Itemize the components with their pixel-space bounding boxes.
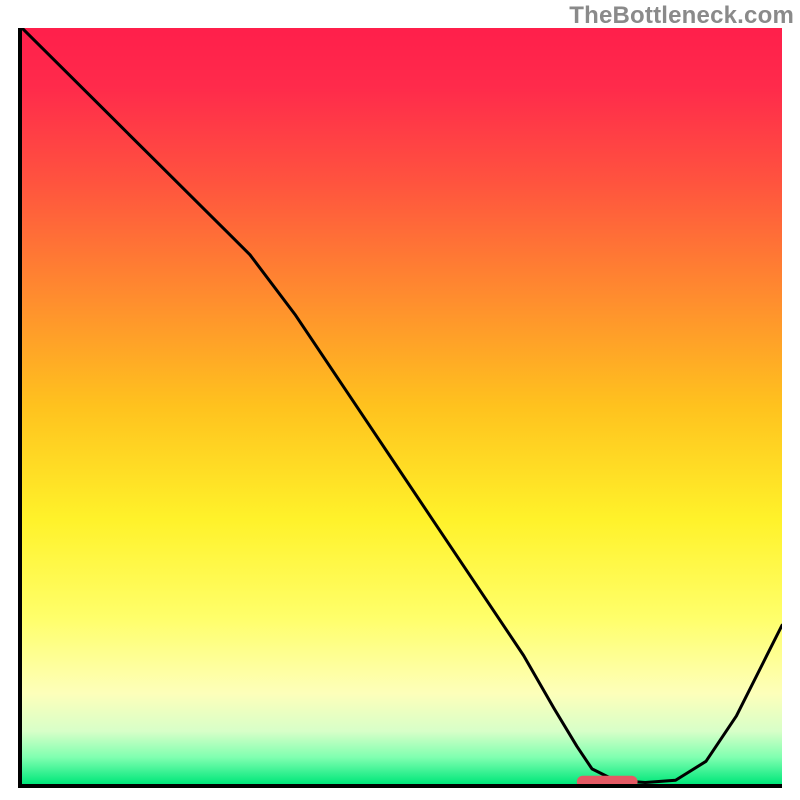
chart-container: TheBottleneck.com — [0, 0, 800, 800]
watermark-text: TheBottleneck.com — [569, 2, 794, 30]
plot-axes — [18, 28, 782, 788]
chart-svg — [22, 28, 782, 784]
highlight-marker — [577, 776, 638, 784]
plot-area — [22, 28, 782, 784]
